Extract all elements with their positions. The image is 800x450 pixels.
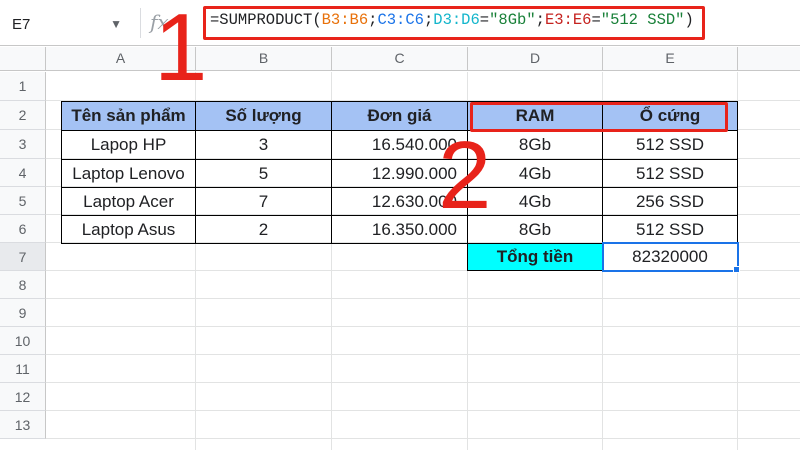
- cell-b6[interactable]: 2: [195, 215, 332, 244]
- cell-a3[interactable]: Lapop HP: [61, 130, 196, 160]
- chevron-down-icon[interactable]: ▼: [110, 17, 122, 31]
- column-header-e[interactable]: E: [603, 47, 738, 71]
- cell-b5[interactable]: 7: [195, 187, 332, 216]
- row-header-5[interactable]: 5: [0, 187, 46, 215]
- header-so-luong[interactable]: Số lượng: [195, 101, 332, 131]
- cell-a6[interactable]: Laptop Asus: [61, 215, 196, 244]
- column-header-b[interactable]: B: [196, 47, 332, 71]
- column-header-d[interactable]: D: [468, 47, 603, 71]
- annotation-box-formula: [203, 6, 705, 40]
- cell-e4[interactable]: 512 SSD: [602, 159, 738, 188]
- name-box-divider: [140, 8, 141, 38]
- row-header-13[interactable]: 13: [0, 411, 46, 439]
- cell-b4[interactable]: 5: [195, 159, 332, 188]
- select-all-corner[interactable]: [0, 47, 46, 71]
- row-header-8[interactable]: 8: [0, 271, 46, 299]
- cell-e6[interactable]: 512 SSD: [602, 215, 738, 244]
- column-header-c[interactable]: C: [332, 47, 468, 71]
- cell-a5[interactable]: Laptop Acer: [61, 187, 196, 216]
- gridline-row: [46, 354, 800, 355]
- row-header-4[interactable]: 4: [0, 159, 46, 187]
- name-box[interactable]: E7 ▼: [8, 12, 128, 38]
- column-header-next[interactable]: [738, 47, 800, 71]
- cell-e3[interactable]: 512 SSD: [602, 130, 738, 160]
- cell-b3[interactable]: 3: [195, 130, 332, 160]
- fill-handle[interactable]: [733, 266, 740, 273]
- row-header-10[interactable]: 10: [0, 327, 46, 355]
- annotation-box-headers: [470, 102, 728, 132]
- annotation-number-1: 1: [154, 0, 208, 101]
- active-cell-selection: [602, 242, 739, 272]
- gridline-row: [46, 382, 800, 383]
- header-ten-san-pham[interactable]: Tên sản phẩm: [61, 101, 196, 131]
- gridline-row: [46, 298, 800, 299]
- cell-d7-total-label[interactable]: Tổng tiền: [467, 243, 603, 271]
- cell-e5[interactable]: 256 SSD: [602, 187, 738, 216]
- row-header-3[interactable]: 3: [0, 130, 46, 159]
- row-header-11[interactable]: 11: [0, 355, 46, 383]
- row-header-7[interactable]: 7: [0, 243, 46, 271]
- gridline-row: [46, 438, 800, 439]
- row-header-1[interactable]: 1: [0, 72, 46, 101]
- row-header-2[interactable]: 2: [0, 101, 46, 130]
- gridline-row: [46, 326, 800, 327]
- annotation-number-2: 2: [438, 122, 492, 229]
- row-header-6[interactable]: 6: [0, 215, 46, 243]
- cell-a4[interactable]: Laptop Lenovo: [61, 159, 196, 188]
- name-box-value: E7: [12, 16, 31, 33]
- row-header-9[interactable]: 9: [0, 299, 46, 327]
- gridline-row: [46, 410, 800, 411]
- row-header-12[interactable]: 12: [0, 383, 46, 411]
